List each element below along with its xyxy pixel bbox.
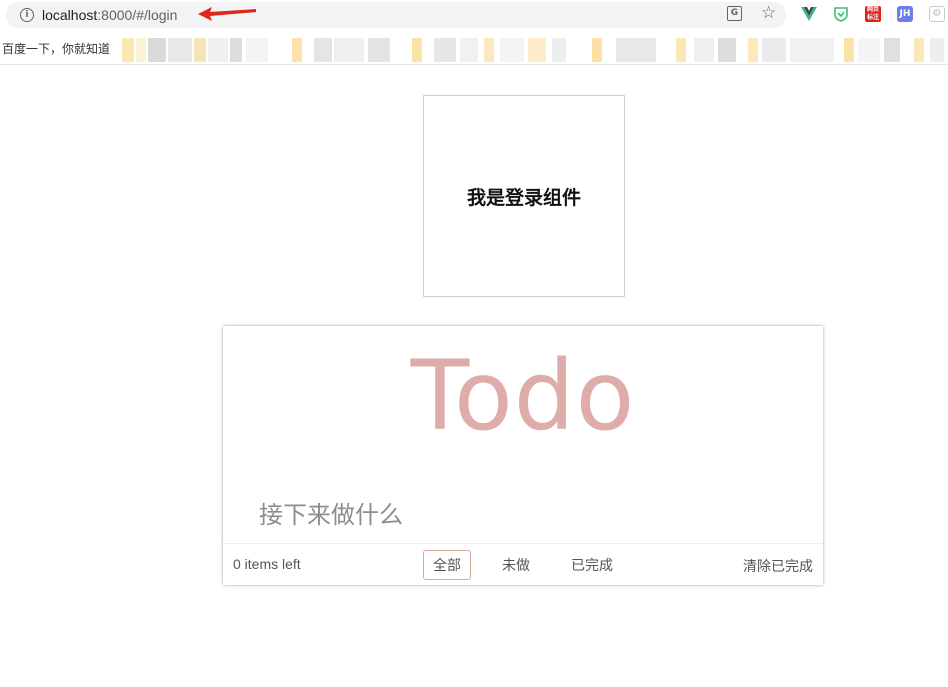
info-icon[interactable]: i xyxy=(20,8,34,22)
translate-icon[interactable]: G xyxy=(727,6,742,21)
todo-title: Todo xyxy=(410,340,636,452)
browser-toolbar: i localhost:8000/#/login G ☆ 网页标注 JH ⚙ xyxy=(0,0,948,34)
items-left-count: 0 items left xyxy=(233,556,301,572)
jh-extension-icon[interactable]: JH xyxy=(897,6,913,22)
annotation-extension-icon[interactable]: 网页标注 xyxy=(865,6,881,22)
url-text[interactable]: localhost:8000/#/login xyxy=(42,7,177,23)
url-host: localhost xyxy=(42,7,98,23)
todo-footer: 0 items left 全部 未做 已完成 清除已完成 xyxy=(223,543,823,585)
bookmarks-bar: 百度一下，你就知道 xyxy=(0,34,948,65)
bookmark-star-icon[interactable]: ☆ xyxy=(761,3,776,23)
filter-active-tab[interactable]: 未做 xyxy=(492,550,540,580)
login-component: 我是登录组件 xyxy=(423,95,625,297)
filter-all-tab[interactable]: 全部 xyxy=(423,550,471,580)
new-todo-input[interactable] xyxy=(223,488,823,544)
shield-extension-icon[interactable] xyxy=(833,6,849,22)
settings-extension-icon[interactable]: ⚙ xyxy=(929,6,945,22)
todo-app: Todo 0 items left 全部 未做 已完成 清除已完成 xyxy=(223,326,823,585)
vue-devtools-icon[interactable] xyxy=(801,6,817,22)
bookmark-baidu[interactable]: 百度一下，你就知道 xyxy=(2,40,110,57)
login-heading: 我是登录组件 xyxy=(466,187,581,209)
blurred-bookmarks xyxy=(122,38,948,62)
annotation-extension-label: 网页标注 xyxy=(866,6,879,21)
red-arrow-annotation-icon xyxy=(198,7,256,21)
url-path: :8000/#/login xyxy=(97,7,178,23)
clear-completed-button[interactable]: 清除已完成 xyxy=(743,556,813,576)
filter-completed-tab[interactable]: 已完成 xyxy=(561,550,623,580)
address-bar[interactable]: i localhost:8000/#/login xyxy=(6,2,786,28)
